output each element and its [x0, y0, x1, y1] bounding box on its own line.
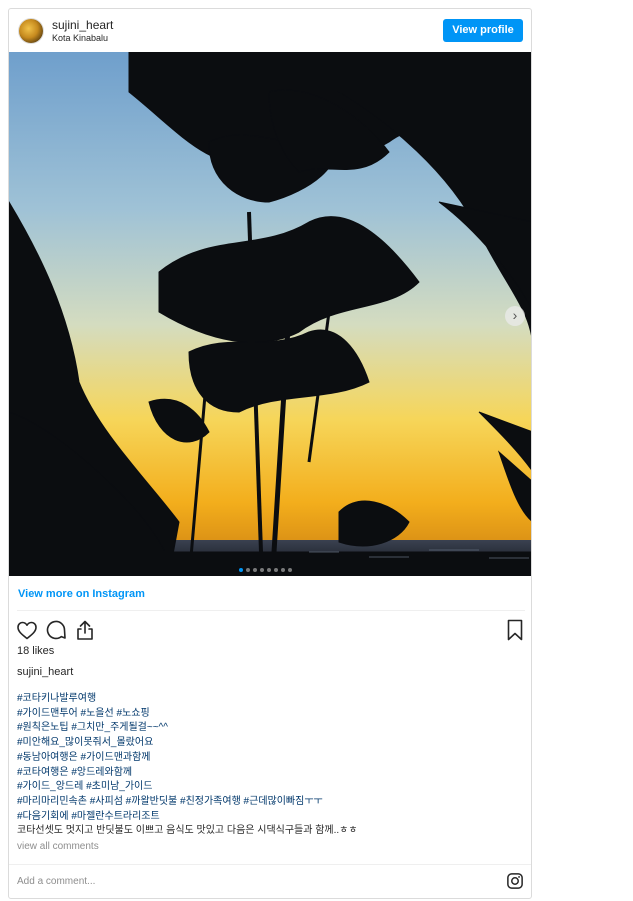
carousel-dot [238, 568, 243, 572]
caption-username[interactable]: sujini_heart [17, 666, 73, 678]
caption-line[interactable]: #동남아여행은 #가이드맨과함께 [17, 751, 522, 766]
view-profile-button[interactable]: View profile [443, 19, 523, 42]
carousel-dot [259, 568, 264, 572]
username[interactable]: sujini_heart [52, 18, 113, 32]
carousel-dot [287, 568, 292, 572]
caption-line[interactable]: #가이드맨투어 #노을선 #노쇼핑 [17, 707, 522, 722]
view-all-comments-link[interactable]: view all comments [17, 841, 99, 852]
caption-line[interactable]: #코타키나발루여행 [17, 692, 522, 707]
share-icon[interactable] [73, 618, 97, 642]
post-photo[interactable]: › [9, 52, 531, 576]
caption-line[interactable]: #미안해요_많이못줘서_몰랐어요 [17, 736, 522, 751]
caption-line[interactable]: #마리마리민속촌 #사피섬 #까왈반딧불 #친정가족여행 #근데많이빠짐ㅜㅜ [17, 795, 522, 810]
divider [17, 610, 525, 611]
location[interactable]: Kota Kinabalu [52, 33, 108, 43]
caption-text: 코타선셋도 멋지고 반딧불도 이쁘고 음식도 맛있고 다음은 시댁식구들과 함께… [17, 825, 358, 837]
carousel-dot [252, 568, 257, 572]
instagram-logo-icon[interactable] [506, 872, 524, 890]
instagram-embed-card: sujini_heart Kota Kinabalu View profile [8, 8, 532, 899]
caption-line[interactable]: #가이드_앙드레 #초미남_가이드 [17, 780, 522, 795]
sunset-photo [9, 52, 531, 576]
post-header: sujini_heart Kota Kinabalu View profile [9, 9, 531, 52]
carousel-indicator [237, 559, 293, 572]
bookmark-icon[interactable] [503, 618, 527, 642]
post-actions [9, 618, 531, 646]
comment-icon[interactable] [44, 618, 68, 642]
caption: #코타키나발루여행 #가이드맨투어 #노을선 #노쇼핑 #원칙은노팁 #그치만_… [17, 692, 522, 839]
heart-icon[interactable] [15, 618, 39, 642]
chevron-right-icon[interactable]: › [505, 306, 525, 326]
carousel-dot [273, 568, 278, 572]
carousel-dot [245, 568, 250, 572]
caption-line[interactable]: #원칙은노팁 #그치만_주게될걸~~^^ [17, 721, 522, 736]
likes-count[interactable]: 18 likes [17, 645, 54, 657]
caption-line[interactable]: #다음기회에 #마젤란수트라리조트 [17, 810, 522, 825]
carousel-dot [266, 568, 271, 572]
carousel-dot [280, 568, 285, 572]
caption-line[interactable]: #코타여행은 #앙드레와함께 [17, 766, 522, 781]
avatar[interactable] [19, 19, 43, 43]
divider [9, 864, 531, 865]
add-comment-input[interactable]: Add a comment... [17, 876, 95, 887]
view-more-on-instagram-link[interactable]: View more on Instagram [18, 588, 145, 600]
